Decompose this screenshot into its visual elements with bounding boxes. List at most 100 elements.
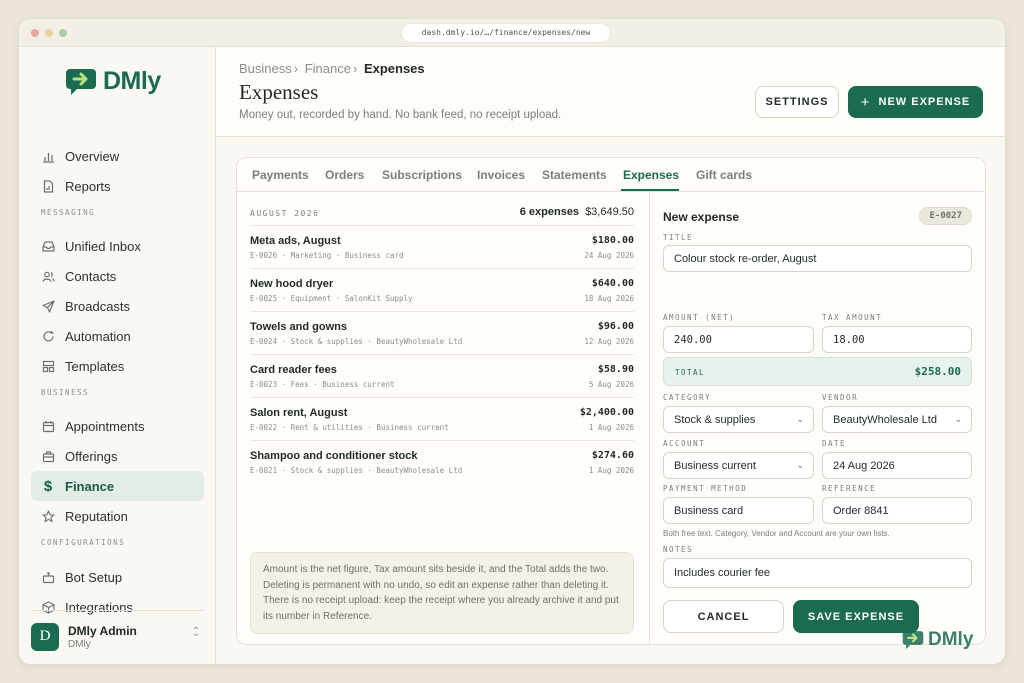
list-item[interactable]: Meta ads, August E-0026 · Marketing · Bu… xyxy=(250,225,634,268)
user-name: DMly Admin xyxy=(68,623,137,638)
bar-chart-icon xyxy=(41,149,55,163)
brand-logo[interactable]: DMly xyxy=(65,67,161,96)
new-expense-label: NEW EXPENSE xyxy=(878,96,971,108)
new-expense-button[interactable]: + NEW EXPENSE xyxy=(848,86,983,118)
tab-gift-cards[interactable]: Gift cards xyxy=(696,168,752,182)
chevron-down-icon: ⌄ xyxy=(796,460,804,470)
expense-id-badge: E-0027 xyxy=(919,207,972,225)
list-item[interactable]: Towels and gowns E-0024 · Stock & suppli… xyxy=(250,311,634,354)
finance-tabs: Payments Orders Subscriptions Invoices S… xyxy=(237,158,985,192)
new-expense-form: New expense E-0027 TITLE Colour stock re… xyxy=(649,192,985,644)
breadcrumb-finance[interactable]: Finance xyxy=(305,61,351,76)
account-select[interactable]: Business current ⌄ xyxy=(663,452,814,479)
tab-orders[interactable]: Orders xyxy=(325,168,364,182)
tax-input[interactable]: 18.00 xyxy=(822,326,972,353)
expense-meta: E-0023 · Fees · Business current xyxy=(250,380,395,389)
expense-title: Shampoo and conditioner stock xyxy=(250,450,418,462)
refresh-icon xyxy=(41,329,55,343)
date-label: DATE xyxy=(822,439,847,448)
expense-meta: E-0025 · Equipment · SalonKit Supply xyxy=(250,294,413,303)
notes-label: NOTES xyxy=(663,545,694,554)
tab-payments[interactable]: Payments xyxy=(252,168,309,182)
close-dot[interactable] xyxy=(31,29,39,37)
total-label: TOTAL xyxy=(675,368,706,377)
expense-amount: $58.90 xyxy=(597,364,634,375)
tab-subscriptions[interactable]: Subscriptions xyxy=(382,168,462,182)
user-menu[interactable]: D DMly Admin DMly ⌃ ⌄ xyxy=(31,610,204,654)
sidebar-item-appointments[interactable]: Appointments xyxy=(31,411,204,441)
sidebar-item-offerings[interactable]: Offerings xyxy=(31,441,204,471)
settings-button[interactable]: SETTINGS xyxy=(755,86,839,118)
notes-input[interactable]: Includes courier fee xyxy=(663,558,972,588)
sidebar-item-contacts[interactable]: Contacts xyxy=(31,261,204,291)
breadcrumb: Business › Finance › Expenses xyxy=(239,61,425,76)
cancel-button[interactable]: CANCEL xyxy=(663,600,784,633)
sidebar-item-label: Broadcasts xyxy=(65,298,131,314)
payment-method-input[interactable]: Business card xyxy=(663,497,814,524)
list-item[interactable]: Card reader fees E-0023 · Fees · Busines… xyxy=(250,354,634,397)
save-expense-button[interactable]: SAVE EXPENSE xyxy=(793,600,919,633)
section-heading-business: BUSINESS xyxy=(41,388,90,397)
sidebar-item-label: Bot Setup xyxy=(65,569,123,585)
vendor-select[interactable]: BeautyWholesale Ltd ⌄ xyxy=(822,406,972,433)
expense-title: New hood dryer xyxy=(250,278,334,290)
reference-label: REFERENCE xyxy=(822,484,877,493)
sidebar-item-reports[interactable]: Reports xyxy=(31,171,204,201)
star-icon xyxy=(41,509,55,523)
tab-statements[interactable]: Statements xyxy=(542,168,607,182)
list-item[interactable]: New hood dryer E-0025 · Equipment · Salo… xyxy=(250,268,634,311)
page-title: Expenses xyxy=(239,80,319,104)
address-bar[interactable]: dash.dmly.io/…/finance/expenses/new xyxy=(402,24,610,42)
list-summary: 6 expenses $3,649.50 xyxy=(520,206,634,218)
category-value: Stock & supplies xyxy=(674,413,756,426)
expense-date: 12 Aug 2026 xyxy=(584,337,634,346)
sidebar-item-label: Finance xyxy=(65,478,115,494)
sidebar: DMly Overview Reports MESSAGING Unified … xyxy=(19,47,216,664)
minimize-dot[interactable] xyxy=(45,29,53,37)
reference-input[interactable]: Order 8841 xyxy=(822,497,972,524)
list-header: AUGUST 2026 6 expenses $3,649.50 xyxy=(250,206,634,226)
form-title: New expense xyxy=(663,210,740,224)
breadcrumb-business[interactable]: Business xyxy=(239,61,292,76)
amount-input[interactable]: 240.00 xyxy=(663,326,814,353)
payment-method-label: PAYMENT METHOD xyxy=(663,484,748,493)
sidebar-item-reputation[interactable]: Reputation xyxy=(31,501,204,531)
tab-expenses[interactable]: Expenses xyxy=(623,168,679,182)
document-chart-icon xyxy=(41,179,55,193)
breadcrumb-current: Expenses xyxy=(363,61,425,76)
vendor-value: BeautyWholesale Ltd xyxy=(833,413,937,426)
chevron-down-icon: ⌄ xyxy=(796,414,804,424)
expense-meta: E-0022 · Rent & utilities · Business cur… xyxy=(250,423,449,432)
sidebar-item-templates[interactable]: Templates xyxy=(31,351,204,381)
brand-watermark: DMly xyxy=(902,629,973,651)
category-select[interactable]: Stock & supplies ⌄ xyxy=(663,406,814,433)
list-item[interactable]: Shampoo and conditioner stock E-0021 · S… xyxy=(250,440,634,483)
sidebar-item-label: Overview xyxy=(65,148,120,164)
sidebar-item-overview[interactable]: Overview xyxy=(31,141,204,171)
sidebar-item-bot-setup[interactable]: Bot Setup xyxy=(31,562,204,592)
sidebar-item-label: Templates xyxy=(65,358,125,374)
sidebar-item-unified-inbox[interactable]: Unified Inbox xyxy=(31,231,204,261)
sidebar-item-label: Automation xyxy=(65,328,131,344)
field-hint: Both free text. Category, Vendor and Acc… xyxy=(663,529,890,538)
list-month: AUGUST 2026 xyxy=(250,209,320,218)
title-label: TITLE xyxy=(663,233,694,242)
expense-help-note: Amount is the net figure, Tax amount sit… xyxy=(250,552,634,634)
date-input[interactable]: 24 Aug 2026 xyxy=(822,452,972,479)
expense-meta: E-0024 · Stock & supplies · BeautyWholes… xyxy=(250,337,463,346)
sidebar-item-label: Contacts xyxy=(65,268,117,284)
sidebar-item-broadcasts[interactable]: Broadcasts xyxy=(31,291,204,321)
title-input[interactable]: Colour stock re-order, August xyxy=(663,245,972,272)
sidebar-item-label: Reports xyxy=(65,178,111,194)
maximize-dot[interactable] xyxy=(59,29,67,37)
active-tab-indicator xyxy=(621,189,679,191)
total-summary: TOTAL $258.00 xyxy=(663,357,972,386)
expense-date: 1 Aug 2026 xyxy=(588,423,634,432)
sidebar-item-finance[interactable]: $ Finance xyxy=(31,471,204,501)
expense-amount: $640.00 xyxy=(591,278,634,289)
section-heading-configurations: CONFIGURATIONS xyxy=(41,538,126,547)
list-item[interactable]: Salon rent, August E-0022 · Rent & utili… xyxy=(250,397,634,440)
tab-invoices[interactable]: Invoices xyxy=(477,168,525,182)
expense-date: 24 Aug 2026 xyxy=(584,251,634,260)
sidebar-item-automation[interactable]: Automation xyxy=(31,321,204,351)
